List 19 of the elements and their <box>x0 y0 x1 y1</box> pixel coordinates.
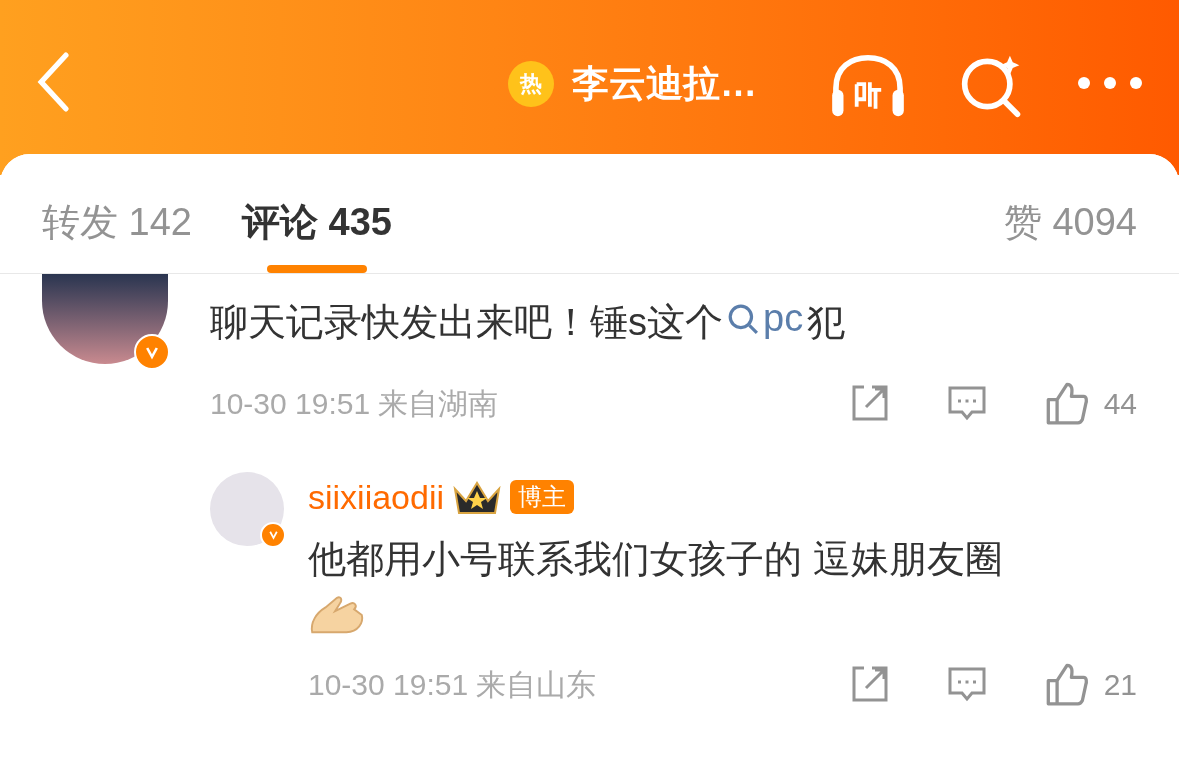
blogger-badge: 博主 <box>510 480 575 514</box>
page-title: 李云迪拉… <box>572 62 757 106</box>
tab[interactable]: 转发 142 <box>42 194 192 273</box>
comment-meta: 10-30 19:51 来自湖南 <box>210 385 499 422</box>
search-link[interactable]: pc <box>727 290 804 347</box>
avatar[interactable] <box>42 274 168 364</box>
reply-text: 他都用小号联系我们女孩子的 逗妹朋友圈 <box>308 536 1004 582</box>
back-icon[interactable] <box>36 52 70 112</box>
hot-badge: 热 <box>508 60 554 107</box>
tab[interactable]: 评论 435 <box>241 194 392 273</box>
comment-text: 聊天记录快发出来吧！锤s这个 pc犯 <box>210 290 1137 351</box>
username[interactable]: siixiiaodii <box>308 471 445 523</box>
like-button[interactable]: 44 <box>1043 380 1137 426</box>
tab[interactable]: 赞 4094 <box>1003 194 1137 273</box>
like-button[interactable]: 21 <box>1043 661 1137 707</box>
more-icon[interactable] <box>1077 76 1143 90</box>
hands-emoji-icon <box>308 593 366 636</box>
comment-meta: 10-30 19:51 来自山东 <box>308 666 597 703</box>
search-icon <box>727 302 759 335</box>
